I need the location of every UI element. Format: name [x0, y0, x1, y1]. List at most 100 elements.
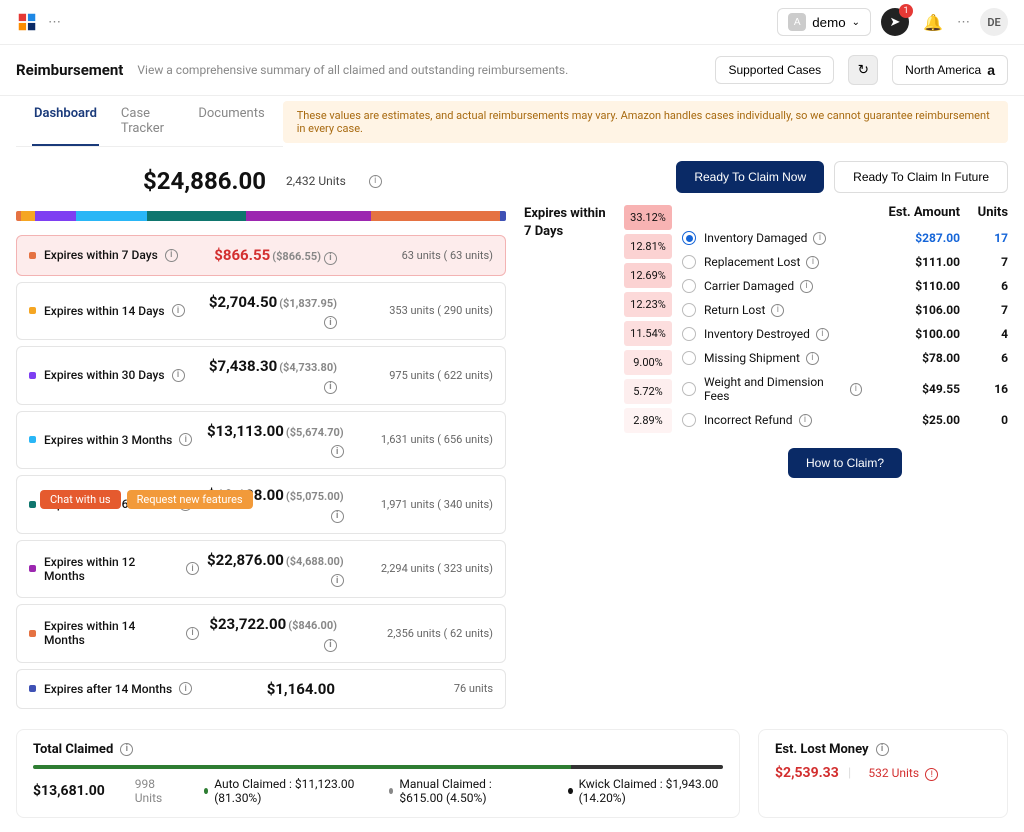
- period-label: Expires within 7 Daysi: [44, 248, 199, 262]
- request-features-button[interactable]: Request new features: [127, 490, 253, 509]
- breakdown-item-row[interactable]: Weight and Dimension Feesi $49.55 16: [682, 370, 1008, 408]
- bell-icon: 🔔: [923, 13, 943, 32]
- right-panel: Ready To Claim Now Ready To Claim In Fut…: [524, 161, 1008, 715]
- info-icon[interactable]: i: [806, 256, 819, 269]
- amazon-icon: a: [987, 62, 995, 78]
- info-icon[interactable]: i: [324, 381, 337, 394]
- tab-dashboard[interactable]: Dashboard: [32, 96, 99, 146]
- info-icon[interactable]: i: [800, 280, 813, 293]
- info-icon[interactable]: i: [331, 574, 344, 587]
- item-units: 6: [968, 279, 1008, 293]
- dot-icon: [29, 307, 36, 314]
- info-icon[interactable]: i: [179, 682, 192, 695]
- item-amount: $110.00: [870, 279, 960, 293]
- period-amount: $866.55($866.55)i: [207, 246, 337, 265]
- breakdown-item-row[interactable]: Carrier Damagedi $110.00 6: [682, 274, 1008, 298]
- item-name: Inventory Destroyedi: [704, 327, 862, 341]
- account-badge-icon: A: [788, 13, 806, 31]
- dot-icon: [29, 630, 36, 637]
- period-amount: $1,164.00: [207, 680, 337, 698]
- period-row[interactable]: Expires within 12 Monthsi $22,876.00($4,…: [16, 540, 506, 599]
- period-row[interactable]: Expires within 14 Monthsi $23,722.00($84…: [16, 604, 506, 663]
- info-icon[interactable]: i: [331, 445, 344, 458]
- item-name: Replacement Losti: [704, 255, 862, 269]
- how-to-claim-button[interactable]: How to Claim?: [788, 448, 902, 478]
- info-icon[interactable]: i: [799, 414, 812, 427]
- period-units: 76 units: [345, 682, 493, 695]
- supported-cases-button[interactable]: Supported Cases: [715, 56, 834, 84]
- auto-claimed: Auto Claimed : $11,123.00 (81.30%): [204, 777, 359, 805]
- breakdown-item-row[interactable]: Inventory Damagedi $287.00 17: [682, 226, 1008, 250]
- page-title: Reimbursement: [16, 61, 123, 79]
- info-icon[interactable]: i: [771, 304, 784, 317]
- help-button[interactable]: ➤ 1: [881, 8, 909, 36]
- notification-badge: 1: [899, 4, 913, 18]
- info-icon[interactable]: i: [172, 369, 185, 382]
- ready-to-claim-now-button[interactable]: Ready To Claim Now: [676, 161, 824, 193]
- info-icon[interactable]: i: [850, 383, 862, 396]
- radio-button[interactable]: [682, 279, 696, 293]
- info-icon[interactable]: i: [179, 433, 192, 446]
- info-icon[interactable]: i: [876, 743, 889, 756]
- breakdown-item-row[interactable]: Incorrect Refundi $25.00 0: [682, 408, 1008, 432]
- region-selector[interactable]: North America a: [892, 55, 1008, 85]
- more-icon[interactable]: ⋯: [48, 15, 61, 30]
- ready-to-claim-future-button[interactable]: Ready To Claim In Future: [834, 161, 1008, 193]
- radio-button[interactable]: [682, 382, 696, 396]
- percentage-cell: 2.89%: [624, 408, 672, 433]
- period-row[interactable]: Expires within 30 Daysi $7,438.30($4,733…: [16, 346, 506, 405]
- item-units: 7: [968, 303, 1008, 317]
- region-label: North America: [905, 63, 981, 77]
- radio-button[interactable]: [682, 303, 696, 317]
- info-icon[interactable]: i: [324, 639, 337, 652]
- info-icon[interactable]: i: [186, 627, 199, 640]
- breakdown-item-row[interactable]: Inventory Destroyedi $100.00 4: [682, 322, 1008, 346]
- info-icon[interactable]: i: [816, 328, 829, 341]
- breakdown-item-row[interactable]: Return Losti $106.00 7: [682, 298, 1008, 322]
- period-row[interactable]: Expires after 14 Monthsi $1,164.00 76 un…: [16, 669, 506, 709]
- overflow-menu[interactable]: ⋯: [957, 15, 970, 30]
- radio-button[interactable]: [682, 413, 696, 427]
- warning-icon[interactable]: !: [925, 768, 938, 781]
- info-icon[interactable]: i: [324, 252, 337, 265]
- info-icon[interactable]: i: [806, 352, 819, 365]
- period-units: 975 units ( 622 units): [345, 369, 493, 382]
- info-icon[interactable]: i: [369, 175, 382, 188]
- item-name: Inventory Damagedi: [704, 231, 862, 245]
- info-icon[interactable]: i: [331, 510, 344, 523]
- claimed-progress-bar: [33, 765, 723, 769]
- refresh-icon: ↻: [858, 62, 869, 78]
- account-selector[interactable]: A demo ⌄: [777, 8, 871, 36]
- radio-button[interactable]: [682, 327, 696, 341]
- user-avatar[interactable]: DE: [980, 8, 1008, 36]
- chat-pills: Chat with us Request new features: [40, 490, 253, 509]
- period-amount: $23,722.00($846.00)i: [207, 615, 337, 652]
- chart-segment: [35, 211, 75, 221]
- refresh-button[interactable]: ↻: [848, 55, 878, 85]
- radio-button[interactable]: [682, 255, 696, 269]
- info-icon[interactable]: i: [324, 316, 337, 329]
- info-icon[interactable]: i: [120, 743, 133, 756]
- item-name: Incorrect Refundi: [704, 413, 862, 427]
- period-amount: $22,876.00($4,688.00)i: [207, 551, 344, 588]
- breakdown-item-row[interactable]: Missing Shipmenti $78.00 6: [682, 346, 1008, 370]
- chevron-down-icon: ⌄: [852, 17, 860, 28]
- chat-with-us-button[interactable]: Chat with us: [40, 490, 121, 509]
- period-row[interactable]: Expires within 7 Daysi $866.55($866.55)i…: [16, 235, 506, 276]
- notifications-button[interactable]: 🔔: [919, 8, 947, 36]
- item-amount: $49.55: [870, 382, 960, 396]
- radio-button[interactable]: [682, 351, 696, 365]
- radio-button[interactable]: [682, 231, 696, 245]
- dot-icon: [29, 565, 36, 572]
- info-icon[interactable]: i: [813, 232, 826, 245]
- info-icon[interactable]: i: [165, 249, 178, 262]
- breakdown-item-row[interactable]: Replacement Losti $111.00 7: [682, 250, 1008, 274]
- period-row[interactable]: Expires within 3 Monthsi $13,113.00($5,6…: [16, 411, 506, 470]
- tab-documents[interactable]: Documents: [196, 96, 266, 146]
- period-row[interactable]: Expires within 14 Daysi $2,704.50($1,837…: [16, 282, 506, 341]
- account-label: demo: [812, 15, 845, 30]
- tab-case-tracker[interactable]: Case Tracker: [119, 96, 176, 146]
- est-amount-header: Est. Amount: [870, 205, 960, 220]
- info-icon[interactable]: i: [172, 304, 185, 317]
- info-icon[interactable]: i: [186, 562, 199, 575]
